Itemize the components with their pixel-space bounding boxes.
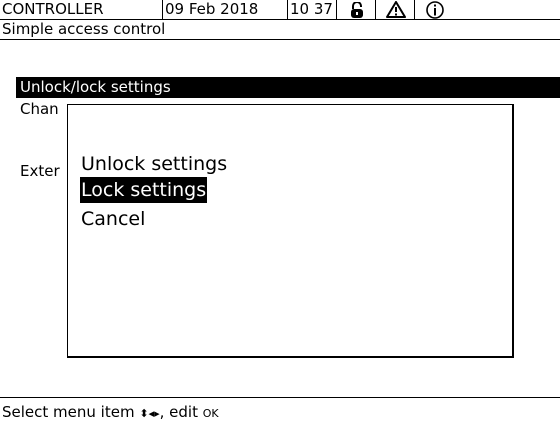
option-lock-settings[interactable]: Lock settings [80,177,208,203]
footer-hint-middle: , edit [159,403,198,421]
navigation-arrows-icon: ⬍◂▸ [139,407,160,420]
date-display: 09 Feb 2018 [162,0,290,19]
status-bar: CONTROLLER 09 Feb 2018 10 37 [0,0,560,20]
footer-divider [0,397,560,398]
controller-screen: CONTROLLER 09 Feb 2018 10 37 Simple acce… [0,0,560,425]
info-icon [414,0,454,19]
screen-title: Simple access control [2,20,166,38]
menu-item-label: Chan [20,100,59,118]
menu-item-label: Exter [20,162,60,180]
title-divider [0,39,560,40]
menu-item-label: Unlock/lock settings [20,78,171,96]
footer-hint-prefix: Select menu item [2,403,135,421]
lock-open-icon [336,0,376,19]
ok-key-icon: OK [202,407,219,420]
option-cancel[interactable]: Cancel [80,206,146,232]
lock-options-dialog: Unlock settings Lock settings Cancel [67,104,514,358]
option-unlock-settings[interactable]: Unlock settings [80,151,228,177]
footer-hint: Select menu item ⬍◂▸, edit OK [2,402,219,422]
menu-item-unlock-lock-settings[interactable]: Unlock/lock settings [16,77,560,98]
time-display: 10 37 [287,0,336,19]
device-name: CONTROLLER [2,0,104,18]
warning-icon [375,0,415,19]
